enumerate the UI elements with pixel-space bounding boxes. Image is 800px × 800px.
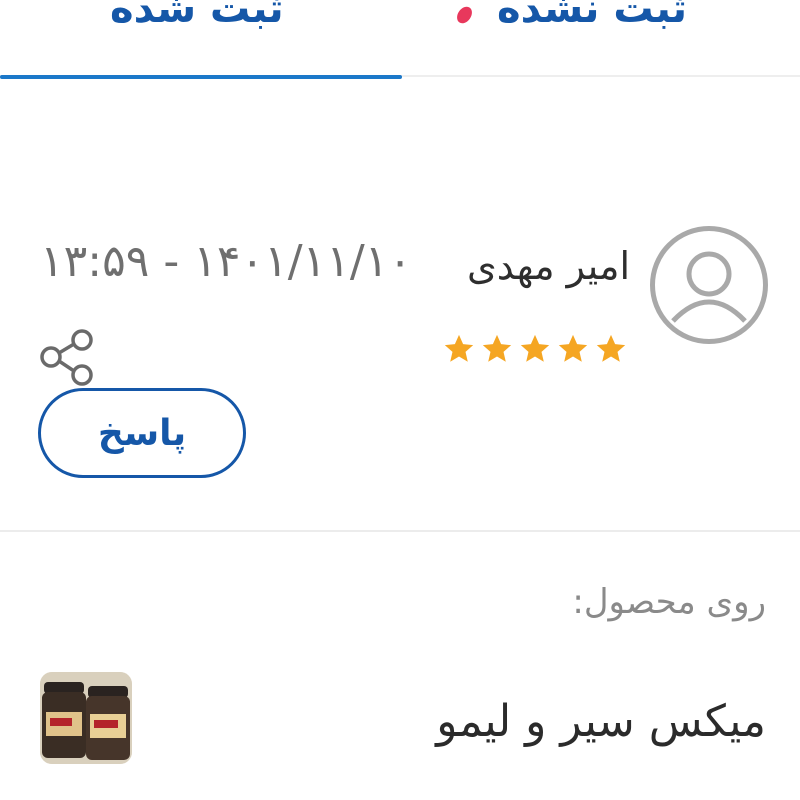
star-icon xyxy=(520,334,550,362)
avatar xyxy=(650,226,768,344)
on-product-label: روی محصول: xyxy=(572,582,766,622)
tab-registered-label: ثبت شده xyxy=(110,0,284,32)
tabs-header: ثبت شده ثبت نشده xyxy=(0,0,800,79)
star-icon xyxy=(596,334,626,362)
star-icon xyxy=(558,334,588,362)
tab-registered[interactable]: ثبت شده xyxy=(0,0,402,79)
star-icon xyxy=(482,334,512,362)
tab-unregistered[interactable]: ثبت نشده xyxy=(402,0,800,77)
divider xyxy=(0,530,800,532)
active-tab-indicator xyxy=(0,75,402,79)
reply-button[interactable]: پاسخ xyxy=(38,388,246,478)
star-icon xyxy=(444,334,474,362)
review-date-time: ۱۳:۵۹ - ۱۴۰۱/۱۱/۱۰ xyxy=(40,236,412,287)
product-name[interactable]: میکس سیر و لیمو xyxy=(436,696,766,747)
product-thumbnail[interactable] xyxy=(40,672,132,764)
share-icon[interactable] xyxy=(38,328,98,388)
tab-unregistered-label: ثبت نشده xyxy=(497,0,688,32)
reviewer-name: امیر مهدی xyxy=(467,244,630,288)
notification-dot-icon xyxy=(454,3,475,27)
user-circle-icon xyxy=(671,251,747,323)
rating-stars xyxy=(442,332,628,366)
